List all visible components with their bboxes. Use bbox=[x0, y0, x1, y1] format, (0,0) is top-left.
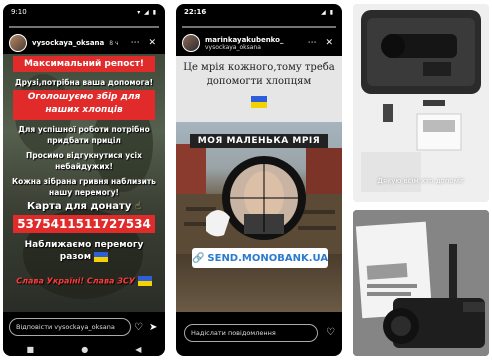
caption-text: Це мрія кожного,тому треба допомогти хло… bbox=[183, 62, 335, 87]
caption-area: Це мрія кожного,тому треба допомогти хло… bbox=[176, 56, 342, 122]
send-icon[interactable]: ➤ bbox=[149, 322, 157, 333]
status-bar: 22:16 ◢ ▮ bbox=[176, 4, 342, 20]
ua-flag-icon bbox=[176, 91, 342, 110]
story-screenshot-middle: 22:16 ◢ ▮ marinkayakubenko_ vysockaya_oks… bbox=[176, 4, 342, 356]
max-repost-banner: Максимальний репост! bbox=[13, 56, 155, 72]
reply-input[interactable]: Надіслати повідомлення bbox=[184, 324, 318, 342]
status-time: 22:16 bbox=[184, 8, 207, 16]
glory-text: Слава Україні! Слава ЗСУ bbox=[3, 276, 165, 286]
every-text: Кожна зібрана гривня наблизить нашу пере… bbox=[12, 177, 156, 197]
device-photo-top: Дякую всім хто допоміг bbox=[353, 4, 489, 202]
story-content: Максимальний репост! Друзі,потрібна ваша… bbox=[3, 54, 165, 312]
heart-icon[interactable]: ♡ bbox=[326, 327, 335, 338]
need-text: Для успішної роботи потрібно придбати пр… bbox=[18, 125, 150, 145]
header-icons[interactable]: ⋯ ✕ bbox=[131, 38, 159, 48]
status-time: 9:10 bbox=[11, 8, 27, 16]
heart-icon[interactable]: ♡ bbox=[134, 322, 143, 333]
scope-image: МОЯ МАЛЕНЬКА МРІЯ bbox=[176, 122, 342, 254]
link-text: SEND.MONOBANK.UA bbox=[207, 252, 329, 264]
time-ago: 8 ч bbox=[109, 39, 119, 47]
device-photo-bottom bbox=[353, 210, 489, 356]
home-button[interactable]: ● bbox=[81, 345, 88, 354]
story-progress-bar bbox=[182, 26, 336, 28]
monobank-link-sticker[interactable]: 🔗 SEND.MONOBANK.UA bbox=[192, 248, 328, 268]
story-progress-bar bbox=[9, 26, 159, 28]
link-icon: 🔗 bbox=[191, 252, 205, 264]
avatar[interactable] bbox=[182, 34, 200, 52]
card-number: 5375411511727534 bbox=[13, 215, 155, 233]
recents-button[interactable]: ■ bbox=[27, 345, 35, 354]
avatar[interactable] bbox=[9, 34, 27, 52]
username[interactable]: vysockaya_oksana bbox=[32, 39, 104, 47]
announce-banner: Оголошуємо збір для наших хлопців bbox=[13, 90, 155, 120]
please-text: Просимо відгукнутися усіх небайдужих! bbox=[26, 151, 142, 171]
thanks-caption: Дякую всім хто допоміг bbox=[377, 177, 465, 185]
back-button[interactable]: ◀ bbox=[135, 345, 141, 354]
ua-flag-icon bbox=[137, 276, 152, 286]
story-screenshot-left: 9:10 ▾ ◢ ▮ vysockaya_oksana 8 ч ⋯ ✕ Макс… bbox=[3, 4, 165, 356]
friends-text: Друзі,потрібна ваша допомога! bbox=[14, 78, 154, 87]
card-label: Карта для донату ☝ bbox=[27, 201, 141, 212]
status-icons: ◢ ▮ bbox=[321, 8, 334, 16]
thermal-scope-manual-photo bbox=[353, 210, 489, 356]
username[interactable]: marinkayakubenko_ vysockaya_oksana bbox=[205, 36, 283, 51]
story-header: marinkayakubenko_ vysockaya_oksana ⋯ ✕ bbox=[182, 32, 336, 54]
story-header: vysockaya_oksana 8 ч ⋯ ✕ bbox=[9, 32, 159, 54]
header-icons[interactable]: ⋯ ✕ bbox=[308, 38, 336, 48]
my-little-dream-banner: МОЯ МАЛЕНЬКА МРІЯ bbox=[190, 134, 328, 148]
ua-flag-icon bbox=[94, 251, 109, 262]
android-navbar: ■ ● ◀ bbox=[3, 342, 165, 356]
thermal-scope-box-photo bbox=[353, 4, 489, 202]
story-content: Це мрія кожного,тому треба допомогти хло… bbox=[176, 56, 342, 312]
closer-text: Наближаємо перемогу разом bbox=[24, 240, 144, 262]
status-icons: ▾ ◢ ▮ bbox=[137, 8, 157, 16]
status-bar: 9:10 ▾ ◢ ▮ bbox=[3, 4, 165, 20]
reply-input[interactable]: Відповісти vysockaya_oksana bbox=[9, 318, 131, 336]
